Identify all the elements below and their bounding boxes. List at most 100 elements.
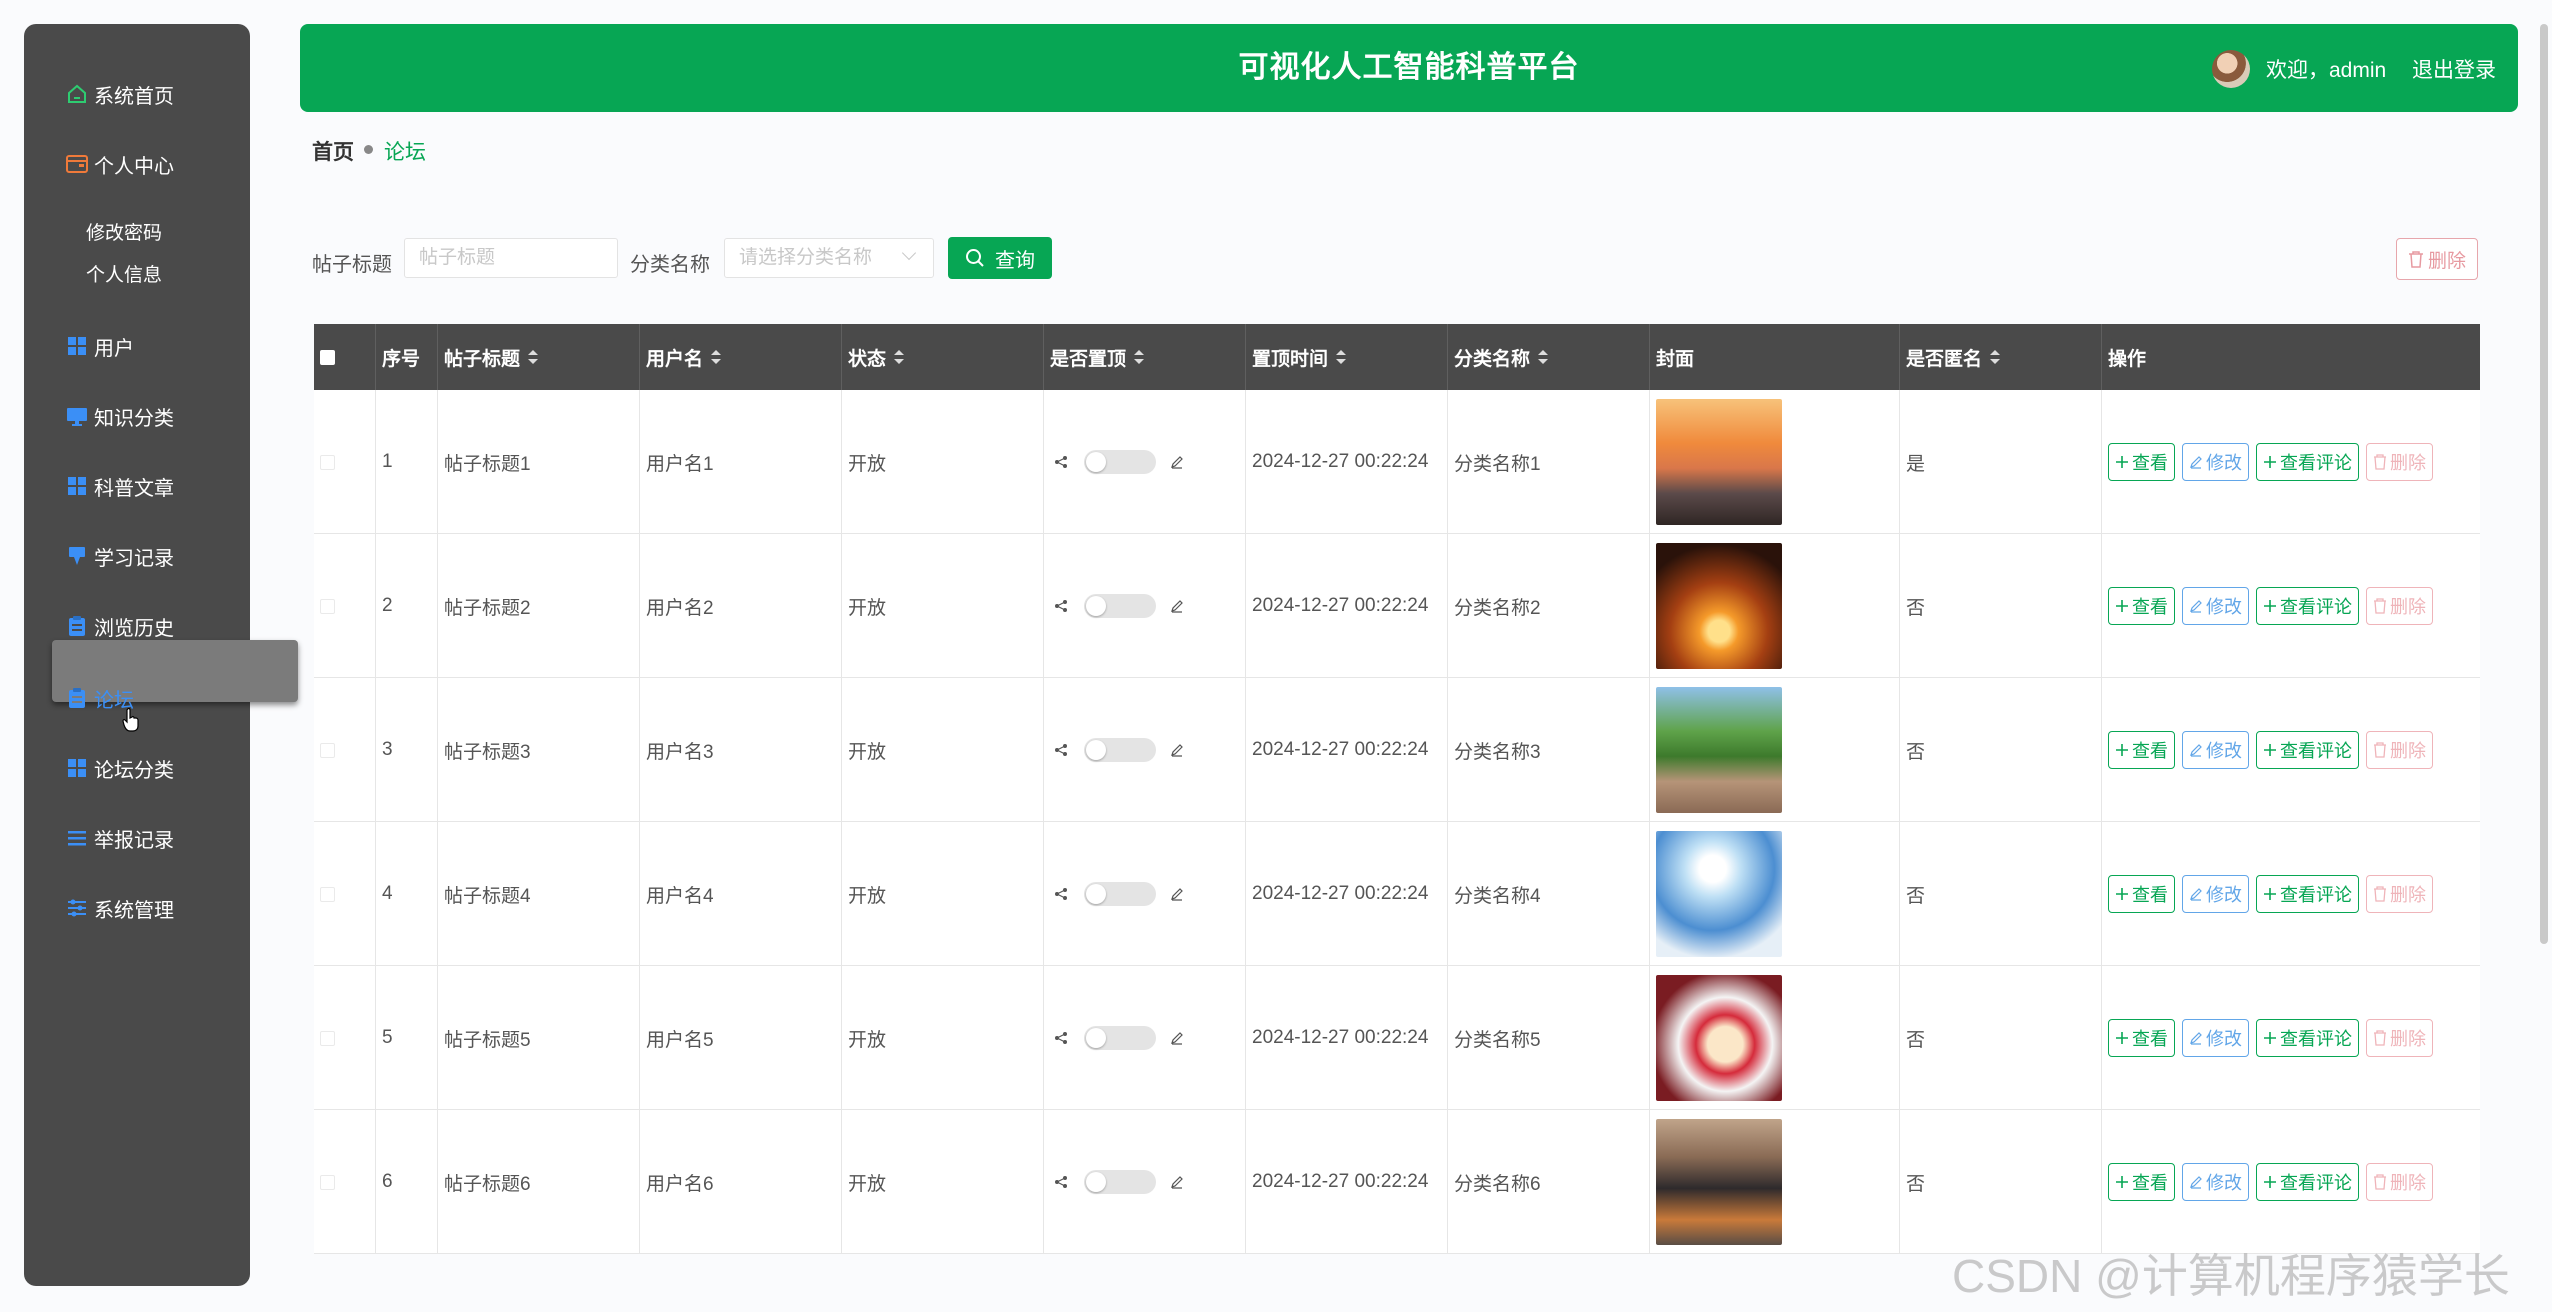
col-pinned[interactable]: 是否置顶 — [1044, 324, 1246, 390]
col-pin-time[interactable]: 置顶时间 — [1246, 324, 1448, 390]
view-comments-button[interactable]: 查看评论 — [2256, 1019, 2359, 1057]
row-select-cell[interactable] — [314, 678, 376, 822]
sort-icon[interactable] — [1538, 350, 1549, 364]
share-icon[interactable] — [1054, 455, 1068, 469]
delete-button[interactable]: 删除 — [2366, 1019, 2433, 1057]
cell-category: 分类名称2 — [1448, 534, 1650, 678]
view-comments-button[interactable]: 查看评论 — [2256, 587, 2359, 625]
batch-delete-button[interactable]: 删除 — [2396, 238, 2478, 280]
cell-actions: 查看 修改 查看评论 删除 — [2102, 678, 2480, 822]
row-checkbox[interactable] — [320, 598, 335, 614]
view-comments-button[interactable]: 查看评论 — [2256, 443, 2359, 481]
view-comments-button[interactable]: 查看评论 — [2256, 1163, 2359, 1201]
view-button[interactable]: 查看 — [2108, 1163, 2175, 1201]
col-status[interactable]: 状态 — [842, 324, 1044, 390]
table-row: 2 帖子标题2 用户名2 开放 2024-12-27 00:22:24 分类名称2 否 查看 修… — [314, 534, 2480, 678]
row-select-cell[interactable] — [314, 822, 376, 966]
view-button-label: 查看 — [2132, 1173, 2168, 1193]
breadcrumb-home[interactable]: 首页 — [312, 136, 354, 166]
share-icon[interactable] — [1054, 1031, 1068, 1045]
row-checkbox[interactable] — [320, 742, 335, 758]
edit-pencil-icon[interactable] — [1170, 743, 1184, 757]
cell-index: 1 — [376, 390, 438, 534]
sidebar-item-system-management[interactable]: 系统管理 — [64, 888, 174, 928]
row-checkbox[interactable] — [320, 1174, 335, 1190]
cell-status: 开放 — [842, 390, 1044, 534]
header-select-all[interactable] — [314, 324, 376, 390]
edit-button[interactable]: 修改 — [2182, 1019, 2249, 1057]
sort-icon[interactable] — [528, 350, 539, 364]
sidebar-item-home[interactable]: 系统首页 — [64, 74, 174, 114]
sidebar-item-study-records[interactable]: 学习记录 — [64, 536, 174, 576]
share-icon[interactable] — [1054, 887, 1068, 901]
delete-button[interactable]: 删除 — [2366, 443, 2433, 481]
sort-icon[interactable] — [1990, 350, 2001, 364]
edit-pencil-icon[interactable] — [1170, 887, 1184, 901]
sidebar-item-report-records[interactable]: 举报记录 — [64, 818, 174, 858]
edit-button[interactable]: 修改 — [2182, 1163, 2249, 1201]
logout-button[interactable]: 退出登录 — [2412, 54, 2496, 84]
edit-button[interactable]: 修改 — [2182, 875, 2249, 913]
row-select-cell[interactable] — [314, 1110, 376, 1254]
row-select-cell[interactable] — [314, 966, 376, 1110]
row-checkbox[interactable] — [320, 886, 335, 902]
view-button[interactable]: 查看 — [2108, 1019, 2175, 1057]
pin-toggle[interactable] — [1084, 1026, 1156, 1050]
select-all-checkbox[interactable] — [320, 349, 335, 365]
delete-button[interactable]: 删除 — [2366, 587, 2433, 625]
sidebar-subitem-personal-info[interactable]: 个人信息 — [86, 260, 162, 287]
delete-button[interactable]: 删除 — [2366, 875, 2433, 913]
query-button[interactable]: 查询 — [948, 237, 1052, 279]
plus-icon — [2116, 1176, 2128, 1188]
row-checkbox[interactable] — [320, 454, 335, 470]
share-icon[interactable] — [1054, 599, 1068, 613]
view-button[interactable]: 查看 — [2108, 443, 2175, 481]
category-select[interactable] — [724, 238, 934, 278]
pin-toggle[interactable] — [1084, 882, 1156, 906]
edit-pencil-icon[interactable] — [1170, 455, 1184, 469]
page-scrollbar[interactable] — [2540, 24, 2548, 944]
sidebar-item-users[interactable]: 用户 — [64, 326, 134, 366]
edit-button[interactable]: 修改 — [2182, 443, 2249, 481]
cover-image — [1656, 399, 1782, 525]
share-icon[interactable] — [1054, 743, 1068, 757]
title-search-input[interactable] — [404, 238, 618, 278]
pin-toggle[interactable] — [1084, 450, 1156, 474]
cover-image — [1656, 543, 1782, 669]
sort-icon[interactable] — [1134, 350, 1145, 364]
sidebar-item-knowledge-category[interactable]: 知识分类 — [64, 396, 174, 436]
view-button[interactable]: 查看 — [2108, 731, 2175, 769]
sort-icon[interactable] — [711, 350, 722, 364]
delete-button[interactable]: 删除 — [2366, 1163, 2433, 1201]
col-anonymous[interactable]: 是否匿名 — [1900, 324, 2102, 390]
share-icon[interactable] — [1054, 1175, 1068, 1189]
view-button[interactable]: 查看 — [2108, 875, 2175, 913]
sort-icon[interactable] — [1336, 350, 1347, 364]
delete-button[interactable]: 删除 — [2366, 731, 2433, 769]
col-user[interactable]: 用户名 — [640, 324, 842, 390]
col-category[interactable]: 分类名称 — [1448, 324, 1650, 390]
edit-pencil-icon[interactable] — [1170, 599, 1184, 613]
avatar[interactable] — [2212, 50, 2250, 88]
sidebar-item-articles[interactable]: 科普文章 — [64, 466, 174, 506]
sidebar-subitem-change-password[interactable]: 修改密码 — [86, 218, 162, 245]
pin-toggle[interactable] — [1084, 1170, 1156, 1194]
row-select-cell[interactable] — [314, 390, 376, 534]
cell-user: 用户名2 — [640, 534, 842, 678]
sidebar-item-browse-history[interactable]: 浏览历史 — [64, 606, 174, 646]
sidebar-item-forum-category[interactable]: 论坛分类 — [64, 748, 174, 788]
row-select-cell[interactable] — [314, 534, 376, 678]
view-button[interactable]: 查看 — [2108, 587, 2175, 625]
pin-toggle[interactable] — [1084, 594, 1156, 618]
edit-pencil-icon[interactable] — [1170, 1031, 1184, 1045]
col-title[interactable]: 帖子标题 — [438, 324, 640, 390]
edit-button[interactable]: 修改 — [2182, 587, 2249, 625]
edit-pencil-icon[interactable] — [1170, 1175, 1184, 1189]
view-comments-button[interactable]: 查看评论 — [2256, 731, 2359, 769]
row-checkbox[interactable] — [320, 1030, 335, 1046]
sort-icon[interactable] — [894, 350, 905, 364]
view-comments-button[interactable]: 查看评论 — [2256, 875, 2359, 913]
sidebar-item-personal-center[interactable]: 个人中心 — [64, 144, 174, 184]
pin-toggle[interactable] — [1084, 738, 1156, 762]
edit-button[interactable]: 修改 — [2182, 731, 2249, 769]
